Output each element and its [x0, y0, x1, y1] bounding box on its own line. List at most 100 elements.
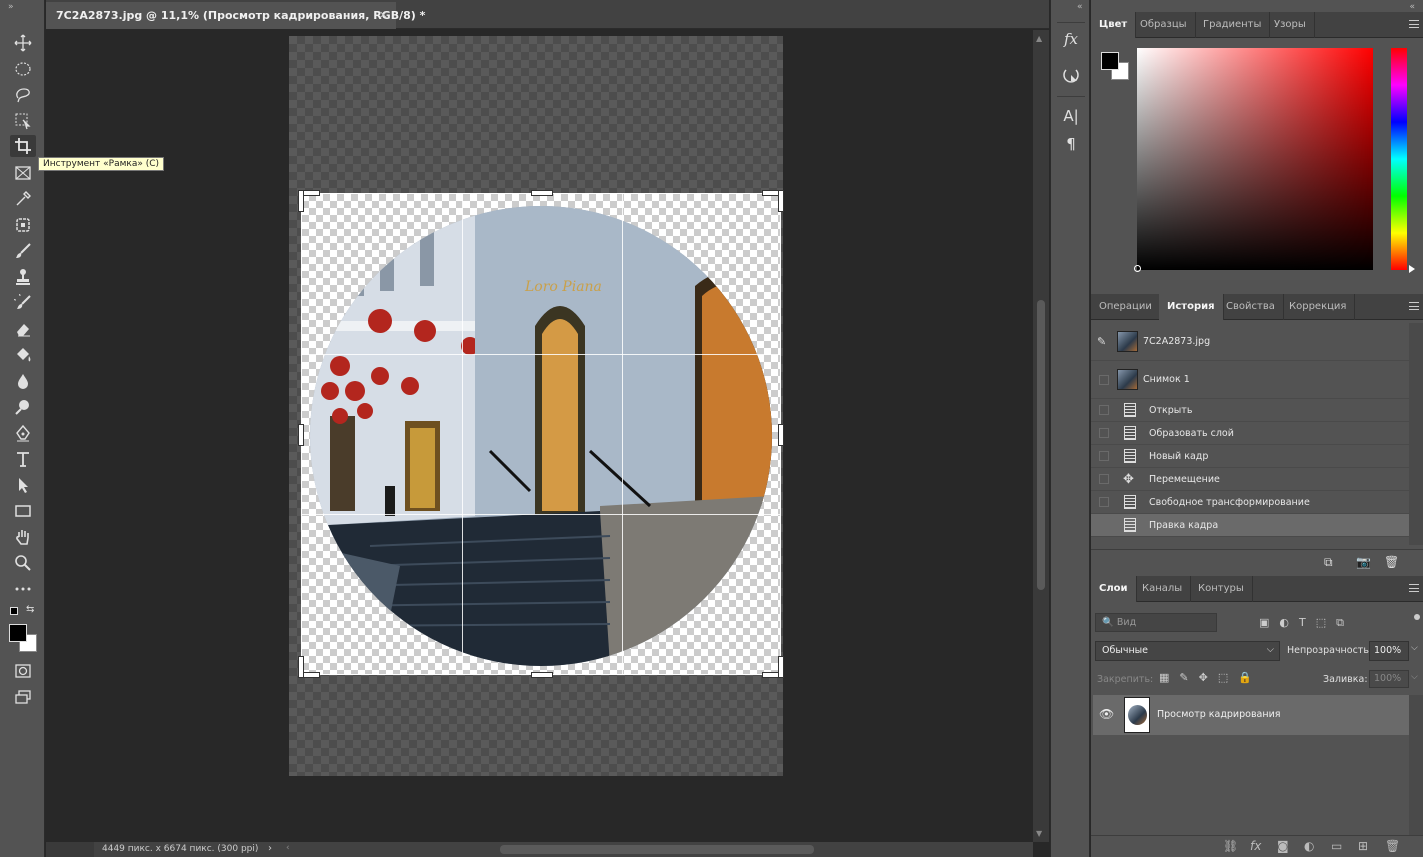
default-colors-icon[interactable]: [10, 607, 18, 615]
dodge-tool-icon[interactable]: [10, 396, 36, 418]
blend-mode-select[interactable]: Обычные ⌵: [1095, 641, 1280, 661]
crop-tool-icon[interactable]: [10, 135, 36, 157]
lock-pixels-icon[interactable]: ✎: [1179, 671, 1188, 684]
color-picker-marker[interactable]: [1134, 265, 1141, 272]
more-tools-icon[interactable]: [10, 578, 36, 600]
chevron-down-icon[interactable]: ⌵: [1411, 643, 1418, 653]
history-brush-tool-icon[interactable]: [10, 292, 36, 314]
opacity-field[interactable]: 100%: [1369, 641, 1409, 661]
tab-properties[interactable]: Свойства: [1218, 294, 1284, 320]
crop-handle-left[interactable]: [298, 424, 304, 446]
history-source-checkbox[interactable]: [1099, 497, 1109, 507]
scroll-up-icon[interactable]: ▲: [1036, 34, 1042, 43]
crop-handle-top-right[interactable]: [778, 190, 784, 212]
quick-mask-icon[interactable]: [10, 660, 36, 682]
paint-bucket-tool-icon[interactable]: [10, 344, 36, 366]
layer-style-fx-icon[interactable]: fx: [1250, 839, 1261, 853]
eraser-tool-icon[interactable]: [10, 318, 36, 340]
crop-handle-top-left[interactable]: [298, 190, 304, 212]
scroll-down-icon[interactable]: ▼: [1036, 829, 1042, 838]
history-snapshot[interactable]: ✎ 7C2A2873.jpg: [1091, 323, 1409, 361]
crop-handle-bottom-right[interactable]: [778, 656, 784, 678]
collapse-grip-icon[interactable]: «: [1409, 2, 1415, 12]
vertical-scrollbar[interactable]: ▲ ▼: [1033, 30, 1049, 842]
styles-fx-icon[interactable]: fx: [1059, 28, 1083, 50]
move-tool-icon[interactable]: [10, 32, 36, 54]
scroll-left-icon[interactable]: ‹: [286, 843, 290, 853]
lock-artboard-icon[interactable]: ⬚: [1218, 671, 1228, 684]
panel-menu-icon[interactable]: [1409, 584, 1419, 592]
path-select-tool-icon[interactable]: [10, 474, 36, 496]
collapse-grip-icon[interactable]: «: [1077, 2, 1083, 12]
collapse-grip-icon[interactable]: »: [8, 2, 14, 12]
tab-color[interactable]: Цвет: [1091, 12, 1137, 38]
tab-gradients[interactable]: Градиенты: [1195, 12, 1271, 38]
pen-tool-icon[interactable]: [10, 422, 36, 444]
history-step[interactable]: Открыть: [1091, 399, 1409, 422]
crop-handle-bottom[interactable]: [531, 672, 553, 678]
swap-colors-icon[interactable]: ⇆: [26, 604, 34, 615]
crop-handle-top[interactable]: [531, 190, 553, 196]
lasso-tool-icon[interactable]: [10, 84, 36, 106]
crop-box[interactable]: Loro Piana: [298, 190, 784, 678]
zoom-field[interactable]: [46, 842, 94, 857]
history-source-checkbox[interactable]: [1099, 374, 1109, 385]
panel-foreground-swatch[interactable]: [1101, 52, 1119, 70]
link-layers-icon[interactable]: ⛓: [1223, 839, 1238, 853]
history-source-checkbox[interactable]: [1099, 451, 1109, 461]
tab-actions[interactable]: Операции: [1091, 294, 1161, 320]
document-tab[interactable]: 7C2A2873.jpg @ 11,1% (Просмотр кадрирова…: [46, 2, 425, 29]
tab-channels[interactable]: Каналы: [1134, 576, 1192, 602]
history-step[interactable]: Образовать слой: [1091, 422, 1409, 445]
filter-shape-icon[interactable]: ⬚: [1316, 616, 1326, 630]
chevron-down-icon[interactable]: ⌵: [1411, 672, 1418, 682]
status-menu-icon[interactable]: ›: [268, 843, 272, 854]
character-icon[interactable]: A|: [1059, 105, 1083, 127]
close-icon[interactable]: ×: [379, 8, 388, 21]
eyedropper-tool-icon[interactable]: [10, 188, 36, 210]
tab-layers[interactable]: Слои: [1091, 576, 1137, 602]
filter-smart-object-icon[interactable]: ⧉: [1336, 616, 1344, 630]
layers-scrollbar[interactable]: [1409, 695, 1423, 835]
foreground-color-swatch[interactable]: [9, 624, 27, 642]
new-adjustment-layer-icon[interactable]: ◐: [1304, 839, 1314, 853]
adjustments-icon[interactable]: [1059, 64, 1083, 86]
hand-tool-icon[interactable]: [10, 526, 36, 548]
lock-position-icon[interactable]: ✥: [1199, 671, 1208, 684]
camera-snapshot-icon[interactable]: 📷: [1356, 555, 1371, 569]
filter-pixel-icon[interactable]: ▣: [1259, 616, 1269, 630]
brush-tool-icon[interactable]: [10, 240, 36, 262]
history-brush-source-icon[interactable]: ✎: [1097, 335, 1106, 348]
stamp-tool-icon[interactable]: [10, 266, 36, 288]
scrollbar-thumb[interactable]: [1037, 300, 1045, 590]
filter-type-icon[interactable]: T: [1299, 616, 1306, 630]
type-tool-icon[interactable]: [10, 448, 36, 470]
new-layer-icon[interactable]: ⊞: [1358, 839, 1368, 853]
horizontal-scrollbar-thumb[interactable]: [500, 845, 814, 854]
history-step-selected[interactable]: Правка кадра: [1091, 514, 1409, 537]
frame-tool-icon[interactable]: [10, 162, 36, 184]
history-step[interactable]: Свободное трансформирование: [1091, 491, 1409, 514]
patch-tool-icon[interactable]: [10, 214, 36, 236]
filter-adjustment-icon[interactable]: ◐: [1279, 616, 1289, 630]
crop-handle-bottom-left[interactable]: [298, 656, 304, 678]
trash-icon[interactable]: 🗑: [1384, 555, 1399, 569]
history-step[interactable]: Новый кадр: [1091, 445, 1409, 468]
rectangle-tool-icon[interactable]: [10, 500, 36, 522]
history-source-checkbox[interactable]: [1099, 520, 1109, 530]
history-snapshot[interactable]: Снимок 1: [1091, 361, 1409, 399]
fill-field[interactable]: 100%: [1369, 670, 1409, 688]
lock-transparent-icon[interactable]: ▦: [1159, 671, 1169, 684]
new-group-icon[interactable]: ▭: [1331, 839, 1342, 853]
tab-adjustments[interactable]: Коррекция: [1281, 294, 1356, 320]
hue-slider-marker[interactable]: [1409, 265, 1415, 273]
color-picker-field[interactable]: [1137, 48, 1373, 270]
history-source-checkbox[interactable]: [1099, 405, 1109, 415]
history-step[interactable]: ✥ Перемещение: [1091, 468, 1409, 491]
paragraph-icon[interactable]: ¶: [1059, 133, 1083, 155]
filter-toggle[interactable]: [1414, 614, 1420, 620]
tab-history[interactable]: История: [1159, 294, 1224, 320]
hue-slider[interactable]: [1391, 48, 1407, 270]
history-scrollbar[interactable]: [1409, 323, 1423, 545]
marquee-tool-icon[interactable]: [10, 58, 36, 80]
